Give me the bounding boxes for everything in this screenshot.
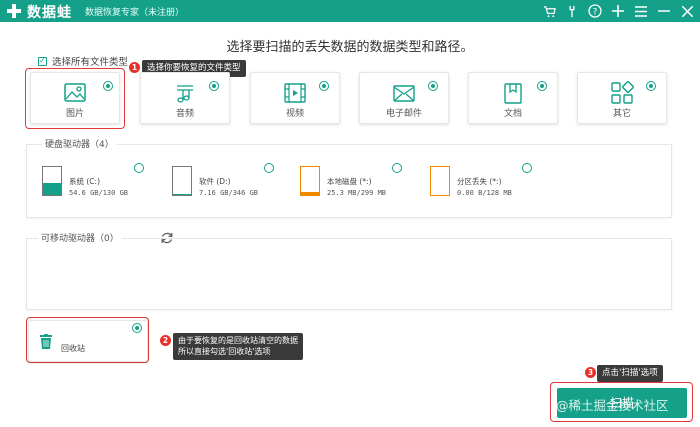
drive-radio[interactable] [134, 163, 144, 173]
drive-usage-fill [43, 183, 61, 195]
drive-usage-fill [301, 191, 319, 195]
type-label: 电子邮件 [385, 109, 422, 119]
drive-radio[interactable] [392, 163, 402, 173]
email-icon [393, 85, 415, 102]
wrench-icon[interactable] [565, 4, 579, 18]
step-number-3: 3 [585, 367, 596, 378]
drive-icon [42, 166, 62, 196]
title-bar: 数据蛙 数据恢复专家（未注册） ? [0, 0, 700, 22]
type-label: 音频 [175, 109, 194, 119]
tooltip-scan: 点击'扫描'选项 [597, 365, 663, 382]
type-card-audio[interactable]: 音频 [140, 72, 230, 124]
audio-icon [177, 85, 193, 103]
drive-size: 25.3 MB/299 MB [327, 189, 387, 197]
type-radio-video[interactable] [319, 81, 329, 91]
drive-size: 7.16 GB/346 GB [199, 189, 259, 197]
tooltip-recycle-bin: 由于要恢复的是回收站清空的数据 所以直接勾选'回收站'选项 [173, 333, 303, 360]
recycle-bin-card[interactable]: 回收站 [28, 320, 148, 362]
select-all-checkbox[interactable]: ✓ [38, 56, 47, 66]
drive-usage-fill [173, 193, 191, 195]
drive-item[interactable]: 系统 (C:) 54.6 GB/130 GB [42, 163, 160, 200]
drive-icon [430, 166, 450, 196]
drive-icon [300, 166, 320, 196]
step-number-2: 2 [160, 335, 171, 346]
type-radio-email[interactable] [428, 81, 438, 91]
video-icon [284, 83, 306, 103]
drive-name: 分区丢失 (*:) [457, 177, 502, 186]
drive-radio[interactable] [264, 163, 274, 173]
image-icon [64, 83, 86, 102]
type-card-document[interactable]: 文档 [468, 72, 558, 124]
app-name: 数据蛙 [27, 5, 72, 21]
removable-drive-panel [26, 238, 672, 310]
drive-item[interactable]: 软件 (D:) 7.16 GB/346 GB [172, 163, 290, 200]
refresh-icon[interactable] [160, 231, 174, 245]
menu-icon[interactable] [634, 4, 648, 18]
drive-icon [172, 166, 192, 196]
type-radio-image[interactable] [103, 81, 113, 91]
type-radio-other[interactable] [646, 81, 656, 91]
drive-item[interactable]: 分区丢失 (*:) 0.00 B/128 MB [430, 163, 548, 200]
type-label: 其它 [612, 109, 631, 119]
drive-radio[interactable] [522, 163, 532, 173]
watermark: @稀土掘金技术社区 [556, 398, 669, 413]
tooltip-recycle-bin-line1: 由于要恢复的是回收站清空的数据 [178, 336, 298, 345]
type-radio-document[interactable] [537, 81, 547, 91]
removable-drive-title: 可移动驱动器（0） [38, 231, 122, 244]
titlebar-controls: ? [542, 2, 694, 20]
document-icon [504, 83, 522, 104]
other-icon [611, 81, 634, 104]
type-label: 视频 [285, 109, 304, 119]
logo-cross-icon [7, 4, 21, 18]
minimize-icon[interactable] [657, 4, 671, 18]
close-icon[interactable] [680, 4, 694, 18]
plus-icon[interactable] [611, 4, 625, 18]
type-card-email[interactable]: 电子邮件 [359, 72, 449, 124]
help-icon[interactable]: ? [588, 4, 602, 18]
recycle-bin-label: 回收站 [61, 344, 85, 353]
step-number-1: 1 [129, 62, 140, 73]
type-card-image[interactable]: 图片 [30, 72, 120, 124]
drive-size: 0.00 B/128 MB [457, 189, 512, 197]
select-all-types[interactable]: ✓ 选择所有文件类型 [38, 54, 128, 68]
drive-size: 54.6 GB/130 GB [69, 189, 129, 197]
drive-name: 本地磁盘 (*:) [327, 177, 372, 186]
drive-item[interactable]: 本地磁盘 (*:) 25.3 MB/299 MB [300, 163, 418, 200]
select-all-label: 选择所有文件类型 [52, 57, 129, 68]
tooltip-recycle-bin-line2: 所以直接勾选'回收站'选项 [178, 346, 271, 356]
recycle-bin-icon [40, 334, 52, 349]
type-card-other[interactable]: 其它 [577, 72, 667, 124]
page-heading: 选择要扫描的丢失数据的数据类型和路径。 [226, 40, 474, 55]
drive-name: 系统 (C:) [69, 177, 100, 186]
app-subtitle: 数据恢复专家（未注册） [85, 8, 185, 18]
drive-name: 软件 (D:) [199, 177, 231, 186]
svg-text:?: ? [593, 8, 598, 18]
recycle-bin-radio[interactable] [132, 323, 142, 333]
type-label: 文档 [503, 109, 522, 119]
cart-icon[interactable] [542, 4, 556, 18]
type-radio-audio[interactable] [209, 81, 219, 91]
type-label: 图片 [65, 109, 84, 119]
hard-drive-title: 硬盘驱动器（4） [42, 137, 117, 150]
type-card-video[interactable]: 视频 [250, 72, 340, 124]
